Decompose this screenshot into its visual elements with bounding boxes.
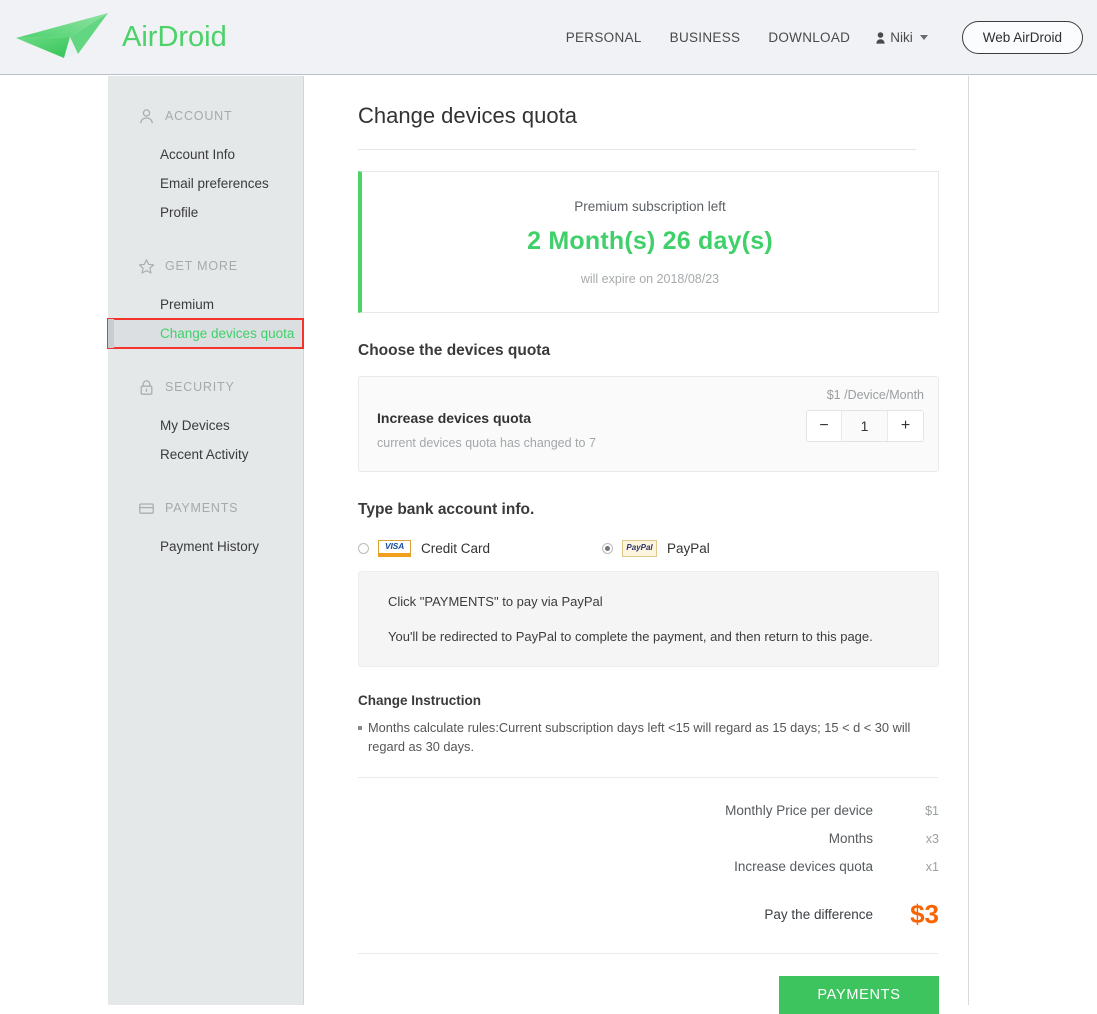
instruction-divider xyxy=(358,777,938,779)
quota-unit-price: $1 /Device/Month xyxy=(826,388,924,402)
summary-divider xyxy=(358,953,938,955)
title-divider xyxy=(358,149,916,150)
summary-total-label: Pay the difference xyxy=(764,907,873,923)
quota-note: current devices quota has changed to 7 xyxy=(377,436,596,450)
sidebar-group-payments: PAYMENTS xyxy=(108,495,303,521)
credit-card-icon xyxy=(139,502,154,514)
premium-remaining: 2 Month(s) 26 day(s) xyxy=(527,226,773,255)
person-icon xyxy=(140,108,153,123)
user-menu[interactable]: Niki xyxy=(864,30,942,45)
stepper-value[interactable]: 1 xyxy=(842,411,888,441)
nav-item-business[interactable]: BUSINESS xyxy=(656,30,755,45)
premium-status-card: Premium subscription left 2 Month(s) 26 … xyxy=(358,171,939,313)
site-header: AirDroid PERSONAL BUSINESS DOWNLOAD Niki… xyxy=(0,0,1097,75)
submit-row: PAYMENTS xyxy=(358,976,939,1014)
sidebar-item-label: Change devices quota xyxy=(160,326,295,341)
sidebar-group-security: SECURITY xyxy=(108,374,303,400)
summary-value: x3 xyxy=(925,832,939,847)
main-content: Change devices quota Premium subscriptio… xyxy=(304,76,969,1014)
visa-icon: VISA xyxy=(378,539,411,557)
payment-method-group: VISA Credit Card PayPal PayPal xyxy=(358,537,968,559)
sidebar-item-change-devices-quota[interactable]: Change devices quota xyxy=(107,318,304,349)
sidebar-item-account-info[interactable]: Account Info xyxy=(108,140,303,169)
stepper-decrement-button[interactable]: − xyxy=(807,411,842,441)
bullet-icon xyxy=(358,726,362,730)
summary-row: Months x3 xyxy=(358,831,939,846)
sidebar-group-label: ACCOUNT xyxy=(165,109,233,123)
radio-credit-card[interactable] xyxy=(358,542,369,554)
person-icon xyxy=(876,31,885,44)
sidebar-item-recent-activity[interactable]: Recent Activity xyxy=(108,440,303,469)
summary-value: x1 xyxy=(925,860,939,875)
payment-option-label: PayPal xyxy=(667,540,710,556)
nav-item-download[interactable]: DOWNLOAD xyxy=(754,30,864,45)
sidebar-item-premium[interactable]: Premium xyxy=(108,290,303,319)
paypal-icon: PayPal xyxy=(622,539,658,557)
change-instruction-text: Months calculate rules:Current subscript… xyxy=(358,719,938,756)
payments-button[interactable]: PAYMENTS xyxy=(779,976,939,1014)
change-instruction-body: Months calculate rules:Current subscript… xyxy=(368,720,911,754)
active-indicator-rail xyxy=(108,319,114,348)
change-instruction-heading: Change Instruction xyxy=(358,693,482,708)
summary-row: Monthly Price per device $1 xyxy=(358,803,939,818)
sidebar-item-email-preferences[interactable]: Email preferences xyxy=(108,169,303,198)
sidebar: ACCOUNT Account Info Email preferences P… xyxy=(107,76,304,1005)
quota-section-heading: Choose the devices quota xyxy=(358,342,551,359)
payment-option-label: Credit Card xyxy=(421,540,491,556)
chevron-down-icon xyxy=(919,35,928,40)
sidebar-item-my-devices[interactable]: My Devices xyxy=(108,411,303,440)
summary-label: Months xyxy=(828,831,873,847)
quota-label: Increase devices quota xyxy=(377,410,532,426)
nav-item-personal[interactable]: PERSONAL xyxy=(552,30,656,45)
stepper-increment-button[interactable]: + xyxy=(888,411,923,441)
page-title: Change devices quota xyxy=(358,103,577,128)
lock-icon xyxy=(140,379,153,395)
payment-option-paypal[interactable]: PayPal PayPal xyxy=(602,539,710,557)
sidebar-group-label: GET MORE xyxy=(165,259,238,273)
paypal-info-line-1: Click "PAYMENTS" to pay via PayPal xyxy=(388,594,603,609)
logo-text: AirDroid xyxy=(122,20,227,53)
sidebar-group-get-more: GET MORE xyxy=(108,253,303,279)
paypal-info-line-2: You'll be redirected to PayPal to comple… xyxy=(388,629,873,644)
logo[interactable]: AirDroid xyxy=(8,8,227,66)
radio-paypal[interactable] xyxy=(602,542,614,554)
price-summary: Monthly Price per device $1 Months x3 In… xyxy=(358,803,939,930)
sidebar-group-label: PAYMENTS xyxy=(165,501,239,515)
sidebar-item-payment-history[interactable]: Payment History xyxy=(108,532,303,561)
summary-row: Increase devices quota x1 xyxy=(358,859,939,874)
payment-option-credit-card[interactable]: VISA Credit Card xyxy=(358,539,491,557)
bank-section-heading: Type bank account info. xyxy=(358,501,535,518)
summary-total-value: $3 xyxy=(910,899,939,930)
summary-label: Monthly Price per device xyxy=(725,803,873,819)
top-nav: PERSONAL BUSINESS DOWNLOAD Niki Web AirD… xyxy=(552,0,1083,75)
summary-label: Increase devices quota xyxy=(734,859,873,875)
summary-value: $1 xyxy=(925,804,939,819)
star-icon xyxy=(138,258,155,274)
quantity-stepper: − 1 + xyxy=(806,410,924,442)
web-airdroid-button[interactable]: Web AirDroid xyxy=(961,21,1083,54)
summary-total-row: Pay the difference $3 xyxy=(358,899,939,930)
sidebar-item-profile[interactable]: Profile xyxy=(108,198,303,227)
sidebar-group-label: SECURITY xyxy=(165,380,235,394)
paypal-info-box: Click "PAYMENTS" to pay via PayPal You'l… xyxy=(358,571,939,667)
premium-caption: Premium subscription left xyxy=(574,198,726,214)
quota-selector-box: $1 /Device/Month Increase devices quota … xyxy=(358,376,939,472)
user-name: Niki xyxy=(890,30,913,45)
sidebar-group-account: ACCOUNT xyxy=(108,103,303,129)
premium-expiry: will expire on 2018/08/23 xyxy=(580,271,720,286)
airdroid-logo-icon xyxy=(16,13,108,58)
